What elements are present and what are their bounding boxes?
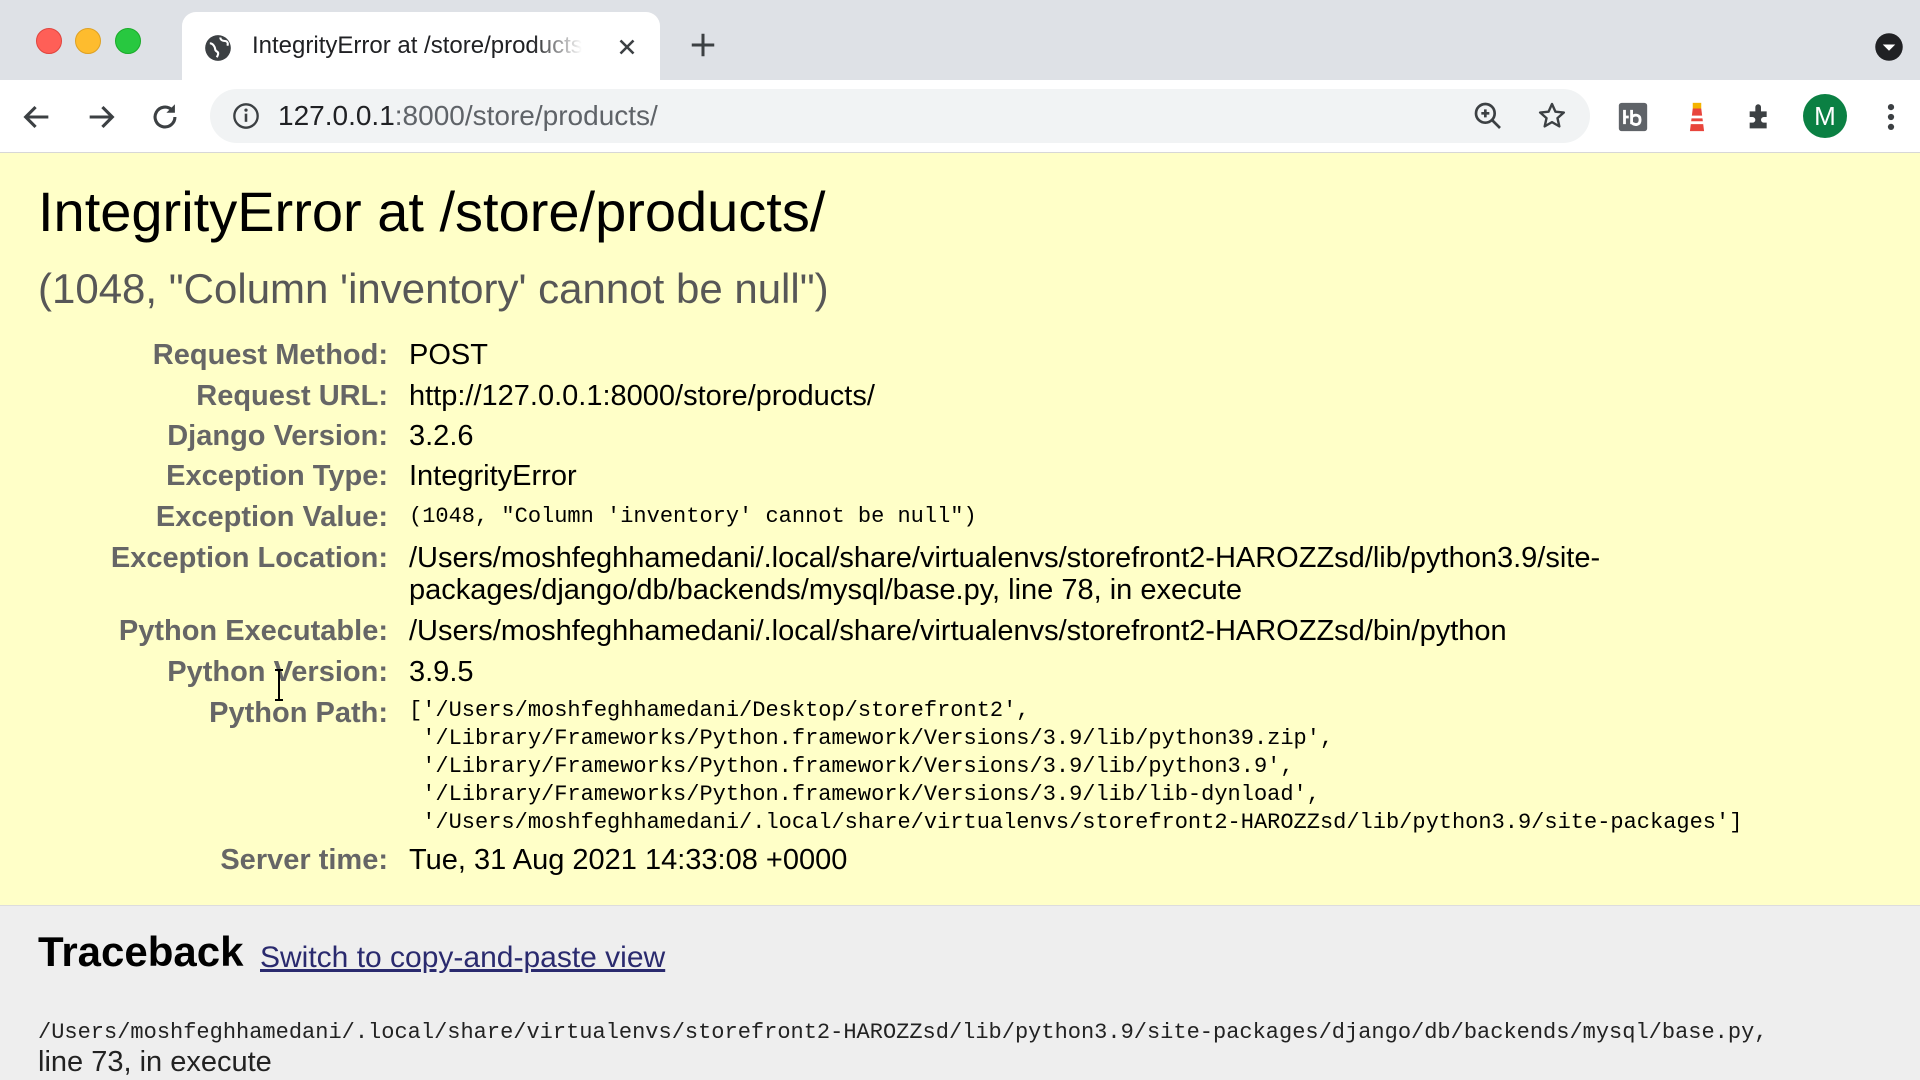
zoom-icon[interactable] bbox=[1472, 100, 1504, 132]
text-cursor-icon bbox=[275, 669, 283, 701]
bookmark-star-icon[interactable] bbox=[1536, 100, 1568, 132]
url-text[interactable]: 127.0.0.1:8000/store/products/ bbox=[278, 100, 658, 132]
meta-label: Django Version: bbox=[167, 420, 388, 452]
tab-title: IntegrityError at /store/products/ bbox=[252, 32, 582, 59]
new-tab-button[interactable] bbox=[688, 30, 718, 60]
error-summary: IntegrityError at /store/products/ (1048… bbox=[0, 153, 1920, 906]
window-minimize-button[interactable] bbox=[75, 28, 101, 54]
meta-value: 3.9.5 bbox=[409, 656, 474, 688]
page-title: IntegrityError at /store/products/ bbox=[38, 180, 826, 243]
url-path: :8000/store/products/ bbox=[394, 100, 658, 131]
extensions-puzzle-icon[interactable] bbox=[1744, 100, 1778, 134]
traceback-frame-line: line 73, in execute bbox=[38, 1046, 272, 1078]
meta-label: Python Executable: bbox=[118, 615, 388, 647]
meta-value-continued: packages/django/db/backends/mysql/base.p… bbox=[409, 574, 1242, 606]
python-path-line: '/Library/Frameworks/Python.framework/Ve… bbox=[409, 782, 1320, 807]
close-icon[interactable] bbox=[614, 34, 640, 60]
browser-tab-active[interactable]: IntegrityError at /store/products/ bbox=[182, 12, 660, 80]
menu-kebab-icon[interactable] bbox=[1874, 100, 1908, 134]
python-path-line: '/Library/Frameworks/Python.framework/Ve… bbox=[409, 754, 1294, 779]
browser-tabbar: IntegrityError at /store/products/ bbox=[0, 0, 1920, 80]
forward-icon[interactable] bbox=[84, 100, 118, 134]
traceback-frame-path: /Users/moshfeghhamedani/.local/share/vir… bbox=[38, 1020, 1768, 1045]
reload-icon[interactable] bbox=[148, 100, 182, 134]
meta-value: http://127.0.0.1:8000/store/products/ bbox=[409, 380, 875, 412]
python-path-line: '/Library/Frameworks/Python.framework/Ve… bbox=[409, 726, 1334, 751]
avatar[interactable]: M bbox=[1803, 94, 1847, 138]
meta-label: Python Path: bbox=[209, 697, 388, 729]
traceback-heading: Traceback bbox=[38, 928, 244, 975]
meta-value: /Users/moshfeghhamedani/.local/share/vir… bbox=[409, 542, 1601, 574]
meta-value: 3.2.6 bbox=[409, 420, 474, 452]
back-icon[interactable] bbox=[20, 100, 54, 134]
window-zoom-button[interactable] bbox=[115, 28, 141, 54]
switch-copy-paste-link[interactable]: Switch to copy-and-paste view bbox=[260, 941, 665, 975]
meta-label: Request URL: bbox=[196, 380, 388, 412]
globe-icon bbox=[205, 35, 231, 61]
address-bar[interactable]: 127.0.0.1:8000/store/products/ bbox=[210, 89, 1590, 143]
meta-value: POST bbox=[409, 339, 488, 371]
meta-label: Exception Location: bbox=[110, 542, 388, 574]
meta-label: Request Method: bbox=[152, 339, 388, 371]
meta-value: Tue, 31 Aug 2021 14:33:08 +0000 bbox=[409, 844, 848, 876]
lighthouse-icon[interactable] bbox=[1680, 100, 1714, 134]
python-path-line: ['/Users/moshfeghhamedani/Desktop/storef… bbox=[409, 698, 1030, 723]
meta-value: IntegrityError bbox=[409, 460, 577, 492]
meta-label: Exception Value: bbox=[155, 501, 388, 533]
url-host: 127.0.0.1 bbox=[278, 100, 395, 131]
meta-label: Server time: bbox=[220, 844, 388, 876]
error-subtitle: (1048, "Column 'inventory' cannot be nul… bbox=[38, 265, 829, 312]
info-icon[interactable] bbox=[232, 102, 260, 130]
extension-tb-icon[interactable] bbox=[1616, 100, 1650, 134]
meta-value: /Users/moshfeghhamedani/.local/share/vir… bbox=[409, 615, 1507, 647]
python-path-line: '/Users/moshfeghhamedani/.local/share/vi… bbox=[409, 810, 1743, 835]
tab-search-icon[interactable] bbox=[1874, 32, 1904, 62]
meta-value: (1048, "Column 'inventory' cannot be nul… bbox=[409, 504, 977, 529]
window-close-button[interactable] bbox=[36, 28, 62, 54]
meta-label: Exception Type: bbox=[166, 460, 388, 492]
traceback-section: Traceback Switch to copy-and-paste view … bbox=[0, 906, 1920, 1080]
browser-toolbar: 127.0.0.1:8000/store/products/ M bbox=[0, 80, 1920, 153]
